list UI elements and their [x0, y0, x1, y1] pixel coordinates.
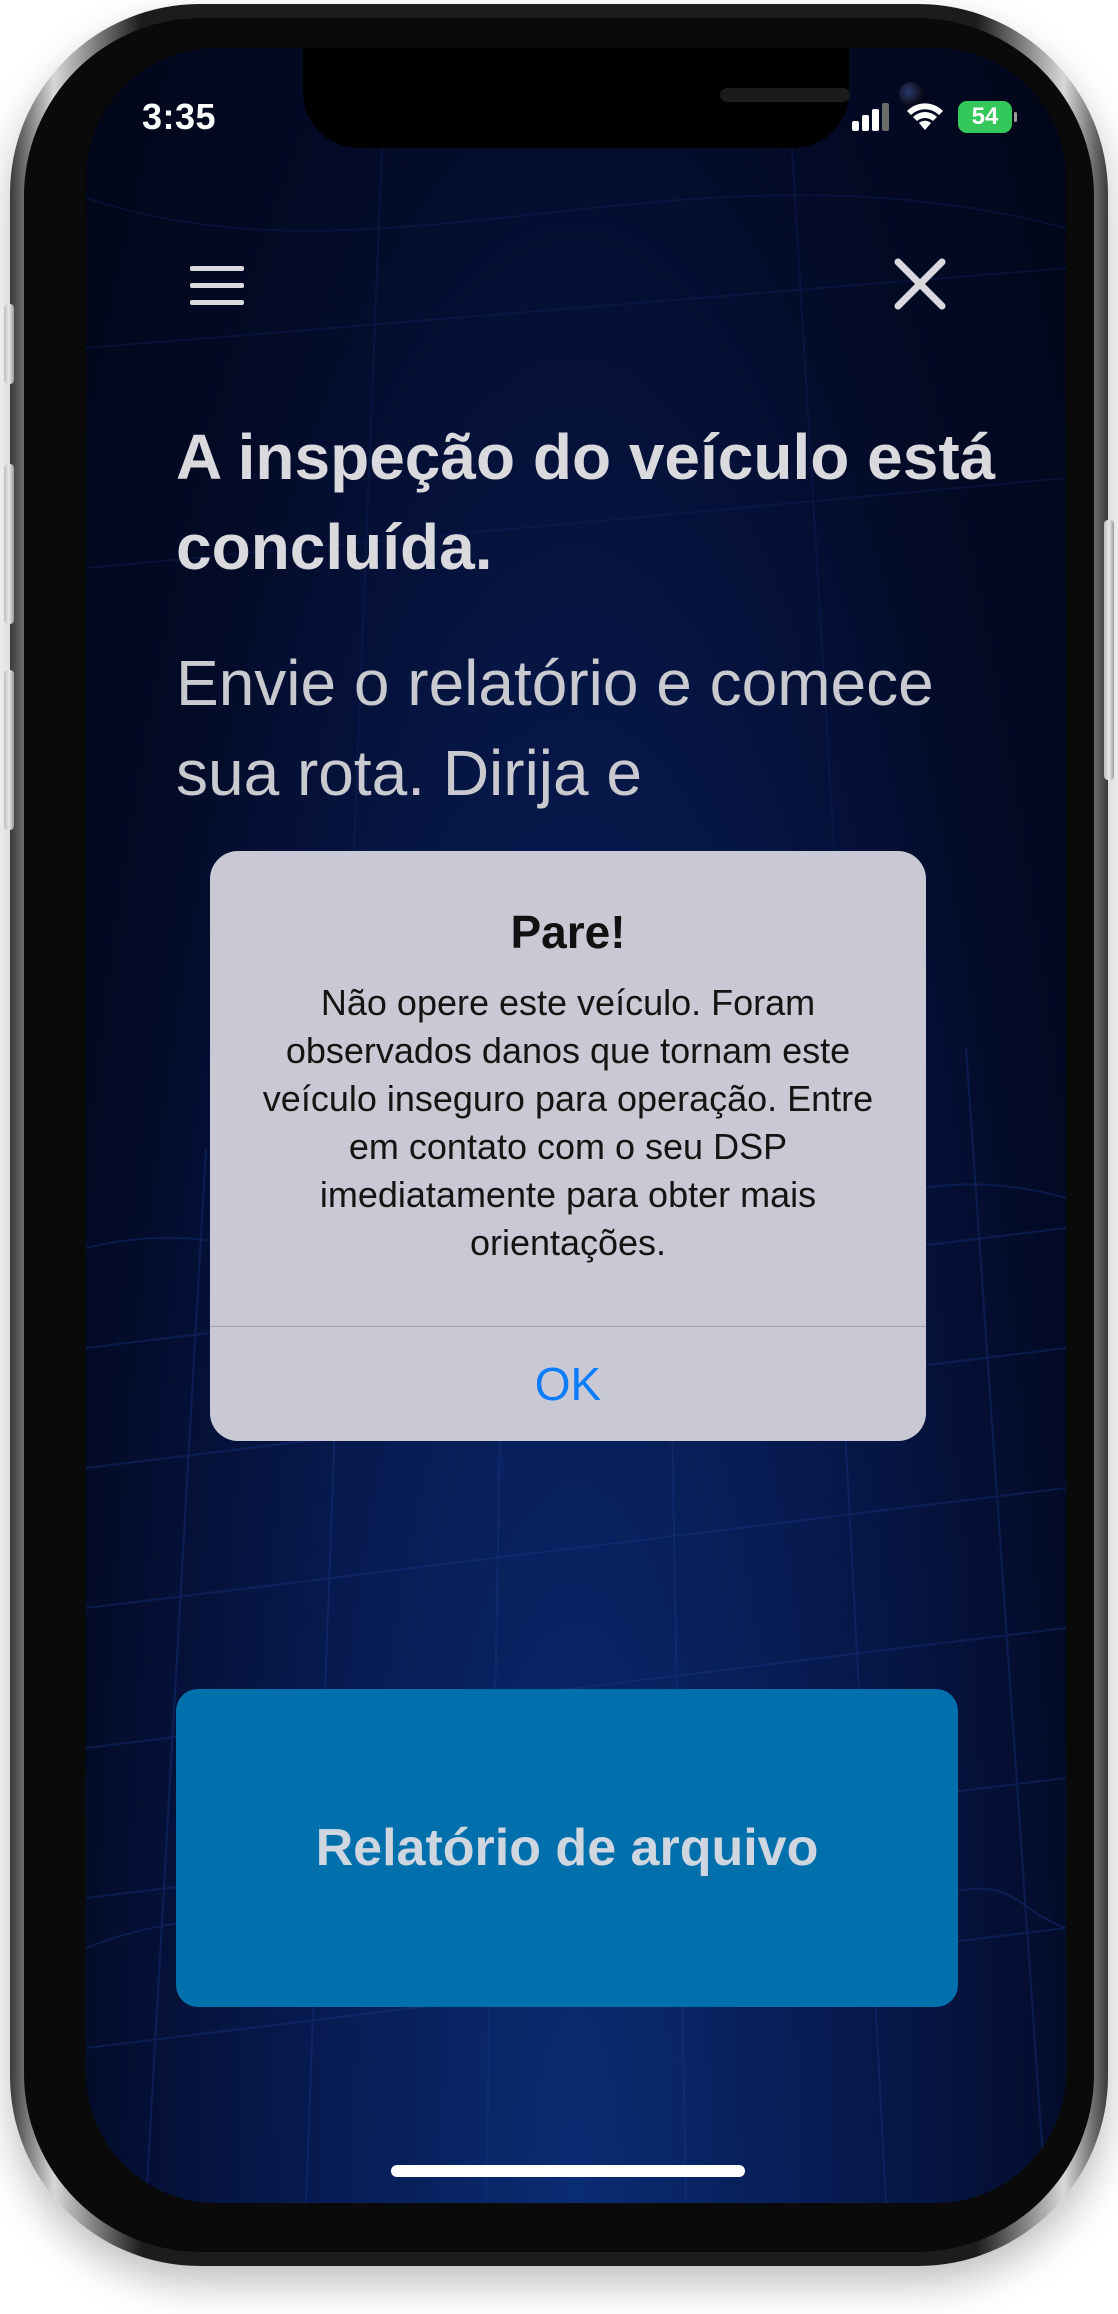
status-time: 3:35 [142, 96, 217, 137]
home-indicator[interactable] [391, 2165, 745, 2177]
silent-switch [4, 304, 14, 384]
alert-title: Pare! [510, 906, 626, 958]
notch [303, 48, 923, 148]
alert-message: Não opere este veículo. Foram observados… [262, 982, 874, 1263]
close-icon[interactable] [894, 258, 946, 310]
power-button [1104, 520, 1114, 780]
file-report-button[interactable]: Relatório de arquivo [176, 1689, 958, 2007]
battery-level: 54 [971, 103, 999, 130]
page-title: A inspeção do veículo está concluída. [176, 421, 996, 583]
screen: 3:35 54 A inspeção do veículo está concl… [86, 48, 1066, 2203]
cellular-signal-icon [852, 103, 889, 131]
phone-frame: 3:35 54 A inspeção do veículo está concl… [4, 4, 1114, 2266]
speaker-grille [720, 88, 850, 102]
status-icons: 54 [852, 100, 1017, 134]
wifi-icon [907, 103, 943, 130]
stop-alert-dialog: Pare! Não opere este veículo. Foram obse… [210, 851, 926, 1441]
alert-ok-button[interactable]: OK [210, 1327, 926, 1441]
hamburger-menu-icon[interactable] [190, 264, 244, 308]
volume-down-button [4, 670, 14, 830]
volume-up-button [4, 464, 14, 624]
battery-icon: 54 [958, 101, 1017, 133]
page-subtitle: Envie o relatório e comece sua rota. Dir… [176, 647, 934, 809]
